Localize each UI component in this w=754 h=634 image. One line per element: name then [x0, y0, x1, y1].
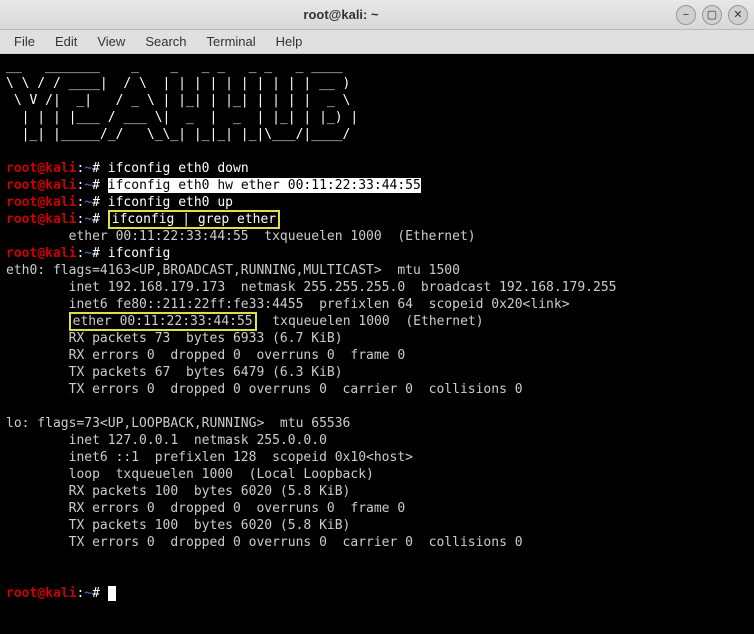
- output-lo-loop: loop txqueuelen 1000 (Local Loopback): [6, 467, 374, 482]
- output-lo-inet: inet 127.0.0.1 netmask 255.0.0.0: [6, 433, 327, 448]
- output-lo-inet6: inet6 ::1 prefixlen 128 scopeid 0x10<hos…: [6, 450, 413, 465]
- maximize-button[interactable]: ▢: [702, 5, 722, 25]
- ascii-banner: __ _______ _ _ _ _ _ _ _ ____ \ \ / / __…: [6, 59, 358, 142]
- menu-view[interactable]: View: [89, 32, 133, 51]
- command-grep-ether-boxed: ifconfig | grep ether: [108, 210, 280, 229]
- menu-help[interactable]: Help: [268, 32, 311, 51]
- prompt-host: @kali: [37, 246, 76, 261]
- titlebar: root@kali: ~ − ▢ ✕: [0, 0, 754, 30]
- output-grep-ether: ether 00:11:22:33:44:55 txqueuelen 1000 …: [6, 229, 476, 244]
- close-button[interactable]: ✕: [728, 5, 748, 25]
- prompt-path: ~: [84, 212, 92, 227]
- output-eth0-rxerrors: RX errors 0 dropped 0 overruns 0 frame 0: [6, 348, 405, 363]
- prompt-host: @kali: [37, 178, 76, 193]
- menubar: File Edit View Search Terminal Help: [0, 30, 754, 54]
- output-lo-flags: lo: flags=73<UP,LOOPBACK,RUNNING> mtu 65…: [6, 416, 350, 431]
- prompt-user: root: [6, 212, 37, 227]
- cursor[interactable]: [108, 586, 116, 601]
- prompt-host: @kali: [37, 212, 76, 227]
- prompt-hash: #: [92, 178, 108, 193]
- prompt-user: root: [6, 586, 37, 601]
- output-eth0-rxpackets: RX packets 73 bytes 6933 (6.7 KiB): [6, 331, 343, 346]
- prompt-path: ~: [84, 586, 92, 601]
- output-lo-rxerrors: RX errors 0 dropped 0 overruns 0 frame 0: [6, 501, 405, 516]
- prompt-path: ~: [84, 178, 92, 193]
- prompt-user: root: [6, 195, 37, 210]
- prompt-host: @kali: [37, 195, 76, 210]
- window-title: root@kali: ~: [6, 7, 676, 22]
- output-eth0-ether-boxed: ether 00:11:22:33:44:55: [69, 312, 257, 331]
- prompt-host: @kali: [37, 586, 76, 601]
- output-eth0-ether-post: txqueuelen 1000 (Ethernet): [257, 314, 484, 329]
- output-eth0-ether-pre: [6, 314, 69, 329]
- command-ifconfig-down: ifconfig eth0 down: [108, 161, 249, 176]
- output-eth0-flags: eth0: flags=4163<UP,BROADCAST,RUNNING,MU…: [6, 263, 460, 278]
- minimize-button[interactable]: −: [676, 5, 696, 25]
- prompt-path: ~: [84, 195, 92, 210]
- menu-file[interactable]: File: [6, 32, 43, 51]
- blank-line: [6, 144, 14, 159]
- prompt-hash: #: [92, 586, 108, 601]
- output-lo-rxpackets: RX packets 100 bytes 6020 (5.8 KiB): [6, 484, 350, 499]
- output-eth0-inet: inet 192.168.179.173 netmask 255.255.255…: [6, 280, 616, 295]
- output-lo-txpackets: TX packets 100 bytes 6020 (5.8 KiB): [6, 518, 350, 533]
- prompt-path: ~: [84, 246, 92, 261]
- prompt-host: @kali: [37, 161, 76, 176]
- command-ifconfig: ifconfig: [108, 246, 171, 261]
- output-eth0-txerrors: TX errors 0 dropped 0 overruns 0 carrier…: [6, 382, 523, 397]
- prompt-path: ~: [84, 161, 92, 176]
- command-ifconfig-up: ifconfig eth0 up: [108, 195, 233, 210]
- prompt-hash: #: [92, 195, 108, 210]
- menu-terminal[interactable]: Terminal: [199, 32, 264, 51]
- menu-search[interactable]: Search: [137, 32, 194, 51]
- prompt-user: root: [6, 246, 37, 261]
- output-eth0-inet6: inet6 fe80::211:22ff:fe33:4455 prefixlen…: [6, 297, 570, 312]
- window-controls: − ▢ ✕: [676, 5, 748, 25]
- terminal-viewport[interactable]: __ _______ _ _ _ _ _ _ _ ____ \ \ / / __…: [0, 54, 754, 634]
- prompt-hash: #: [92, 161, 108, 176]
- menu-edit[interactable]: Edit: [47, 32, 85, 51]
- prompt-hash: #: [92, 212, 108, 227]
- output-lo-txerrors: TX errors 0 dropped 0 overruns 0 carrier…: [6, 535, 523, 550]
- prompt-user: root: [6, 161, 37, 176]
- prompt-hash: #: [92, 246, 108, 261]
- prompt-user: root: [6, 178, 37, 193]
- command-hw-ether-highlighted: ifconfig eth0 hw ether 00:11:22:33:44:55: [108, 178, 421, 193]
- output-eth0-txpackets: TX packets 67 bytes 6479 (6.3 KiB): [6, 365, 343, 380]
